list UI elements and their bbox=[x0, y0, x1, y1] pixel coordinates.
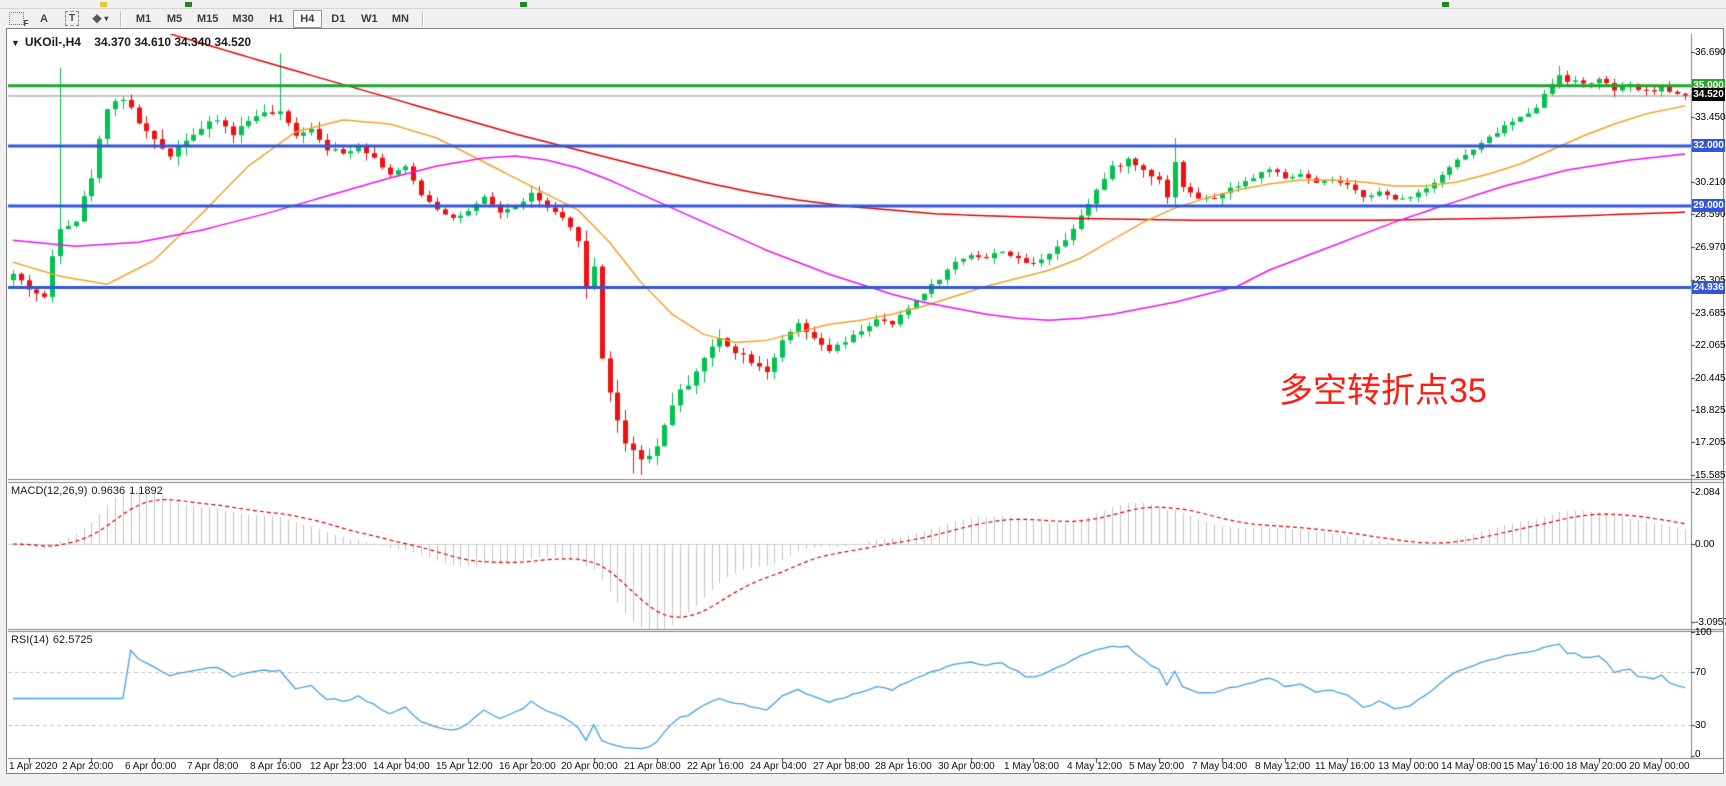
letter-t-dashed-icon: T bbox=[65, 11, 79, 26]
clipped-icon bbox=[520, 2, 527, 7]
date-label: 24 Apr 04:00 bbox=[750, 761, 807, 772]
chevron-down-icon[interactable]: ▾ bbox=[104, 14, 108, 23]
timeframe-button-m30[interactable]: M30 bbox=[226, 10, 259, 28]
date-label: 14 May 08:00 bbox=[1441, 761, 1502, 772]
date-label: 1 Apr 2020 bbox=[9, 761, 57, 772]
date-label: 12 Apr 23:00 bbox=[310, 761, 367, 772]
text-tool-button[interactable]: A bbox=[30, 9, 58, 28]
dotted-grid-icon: F bbox=[9, 12, 24, 25]
date-label: 8 May 12:00 bbox=[1255, 761, 1310, 772]
chart-text-annotation: 多空转折点35 bbox=[1279, 363, 1487, 412]
grid-area-tool-button[interactable]: F bbox=[2, 9, 30, 28]
price-tick-label: 36.690 bbox=[1695, 47, 1726, 58]
price-badge: 29.000 bbox=[1692, 199, 1725, 212]
macd-axis-label: 2.084 bbox=[1695, 487, 1720, 498]
price-tick-label: 20.445 bbox=[1695, 373, 1726, 384]
price-tick-label: 33.450 bbox=[1695, 112, 1726, 123]
date-label: 15 Apr 12:00 bbox=[436, 761, 493, 772]
macd-indicator-label: MACD(12,26,9)0.96361.1892 bbox=[11, 485, 167, 497]
toolbar-separator bbox=[120, 11, 122, 27]
timeframe-button-h4[interactable]: H4 bbox=[293, 10, 322, 28]
date-label: 20 Apr 00:00 bbox=[561, 761, 618, 772]
date-label: 13 May 00:00 bbox=[1378, 761, 1439, 772]
date-label: 1 May 08:00 bbox=[1004, 761, 1059, 772]
macd-axis-label: 0.00 bbox=[1695, 539, 1714, 550]
date-label: 8 Apr 16:00 bbox=[250, 761, 301, 772]
date-label: 7 Apr 08:00 bbox=[187, 761, 238, 772]
ohlc-values: 34.370 34.610 34.340 34.520 bbox=[94, 35, 251, 49]
date-label: 11 May 16:00 bbox=[1315, 761, 1375, 772]
date-label: 30 Apr 00:00 bbox=[938, 761, 995, 772]
arrow-tools-button[interactable]: ❖ ▾ bbox=[86, 9, 114, 28]
rsi-axis-label: 70 bbox=[1695, 667, 1706, 678]
timeframe-button-m5[interactable]: M5 bbox=[160, 10, 189, 28]
price-badge: 34.520 bbox=[1692, 88, 1725, 101]
arrows-icon: ❖ bbox=[92, 12, 103, 26]
timeframe-button-m15[interactable]: M15 bbox=[191, 10, 224, 28]
price-tick-label: 30.210 bbox=[1695, 177, 1726, 188]
date-label: 27 Apr 08:00 bbox=[813, 761, 870, 772]
rsi-axis-label: 100 bbox=[1695, 627, 1712, 638]
macd-value: 0.9636 bbox=[91, 485, 125, 497]
symbol-name: UKOil-,H4 bbox=[25, 35, 81, 49]
date-label: 2 Apr 20:00 bbox=[62, 761, 113, 772]
date-label: 22 Apr 16:00 bbox=[687, 761, 744, 772]
timeframe-button-w1[interactable]: W1 bbox=[355, 10, 384, 28]
rsi-axis-label: 0 bbox=[1695, 749, 1701, 760]
rsi-indicator-label: RSI(14)62.5725 bbox=[11, 634, 97, 646]
rsi-axis-label: 30 bbox=[1695, 720, 1706, 731]
chart-window: ▼UKOil-,H4 34.370 34.610 34.340 34.520 M… bbox=[6, 28, 1724, 774]
date-label: 16 Apr 20:00 bbox=[499, 761, 556, 772]
timeframe-button-h1[interactable]: H1 bbox=[262, 10, 291, 28]
price-tick-label: 23.685 bbox=[1695, 308, 1726, 319]
date-label: 18 May 20:00 bbox=[1566, 761, 1627, 772]
clipped-icon bbox=[1442, 2, 1449, 7]
clipped-icon bbox=[185, 2, 192, 7]
text-label-tool-button[interactable]: T bbox=[58, 9, 86, 28]
chart-toolbar: F A T ❖ ▾ M1M5M15M30H1H4D1W1MN bbox=[0, 9, 1726, 28]
clipped-icon bbox=[100, 2, 107, 7]
date-label: 7 May 04:00 bbox=[1192, 761, 1247, 772]
date-label: 4 May 12:00 bbox=[1067, 761, 1122, 772]
macd-signal-value: 1.1892 bbox=[129, 485, 163, 497]
date-label: 21 Apr 08:00 bbox=[624, 761, 681, 772]
timeframe-button-mn[interactable]: MN bbox=[386, 10, 415, 28]
mt4-application: F A T ❖ ▾ M1M5M15M30H1H4D1W1MN ▼ UKOil-,H… bbox=[0, 0, 1726, 786]
date-label: 6 Apr 00:00 bbox=[125, 761, 176, 772]
date-label: 15 May 16:00 bbox=[1503, 761, 1564, 772]
toolbar-separator bbox=[422, 11, 424, 27]
price-badge: 32.000 bbox=[1692, 139, 1725, 152]
price-tick-label: 18.825 bbox=[1695, 405, 1726, 416]
price-tick-label: 26.970 bbox=[1695, 242, 1726, 253]
date-label: 28 Apr 16:00 bbox=[875, 761, 932, 772]
price-badge: 24.936 bbox=[1692, 281, 1725, 294]
date-label: 20 May 00:00 bbox=[1629, 761, 1690, 772]
timeframe-button-group: M1M5M15M30H1H4D1W1MN bbox=[128, 10, 416, 28]
rsi-value: 62.5725 bbox=[53, 634, 93, 646]
clipped-upper-toolbar bbox=[0, 0, 1726, 9]
chart-symbol-title: ▼ UKOil-,H4 34.370 34.610 34.340 34.520 bbox=[11, 35, 255, 49]
date-label: 5 May 20:00 bbox=[1129, 761, 1184, 772]
letter-a-icon: A bbox=[40, 13, 48, 25]
price-tick-label: 17.205 bbox=[1695, 437, 1726, 448]
date-label: 14 Apr 04:00 bbox=[373, 761, 430, 772]
timeframe-button-m1[interactable]: M1 bbox=[129, 10, 158, 28]
price-tick-label: 15.585 bbox=[1695, 470, 1726, 481]
timeframe-button-d1[interactable]: D1 bbox=[324, 10, 353, 28]
price-tick-label: 22.065 bbox=[1695, 340, 1726, 351]
symbol-dropdown-icon[interactable]: ▼ bbox=[11, 38, 20, 48]
